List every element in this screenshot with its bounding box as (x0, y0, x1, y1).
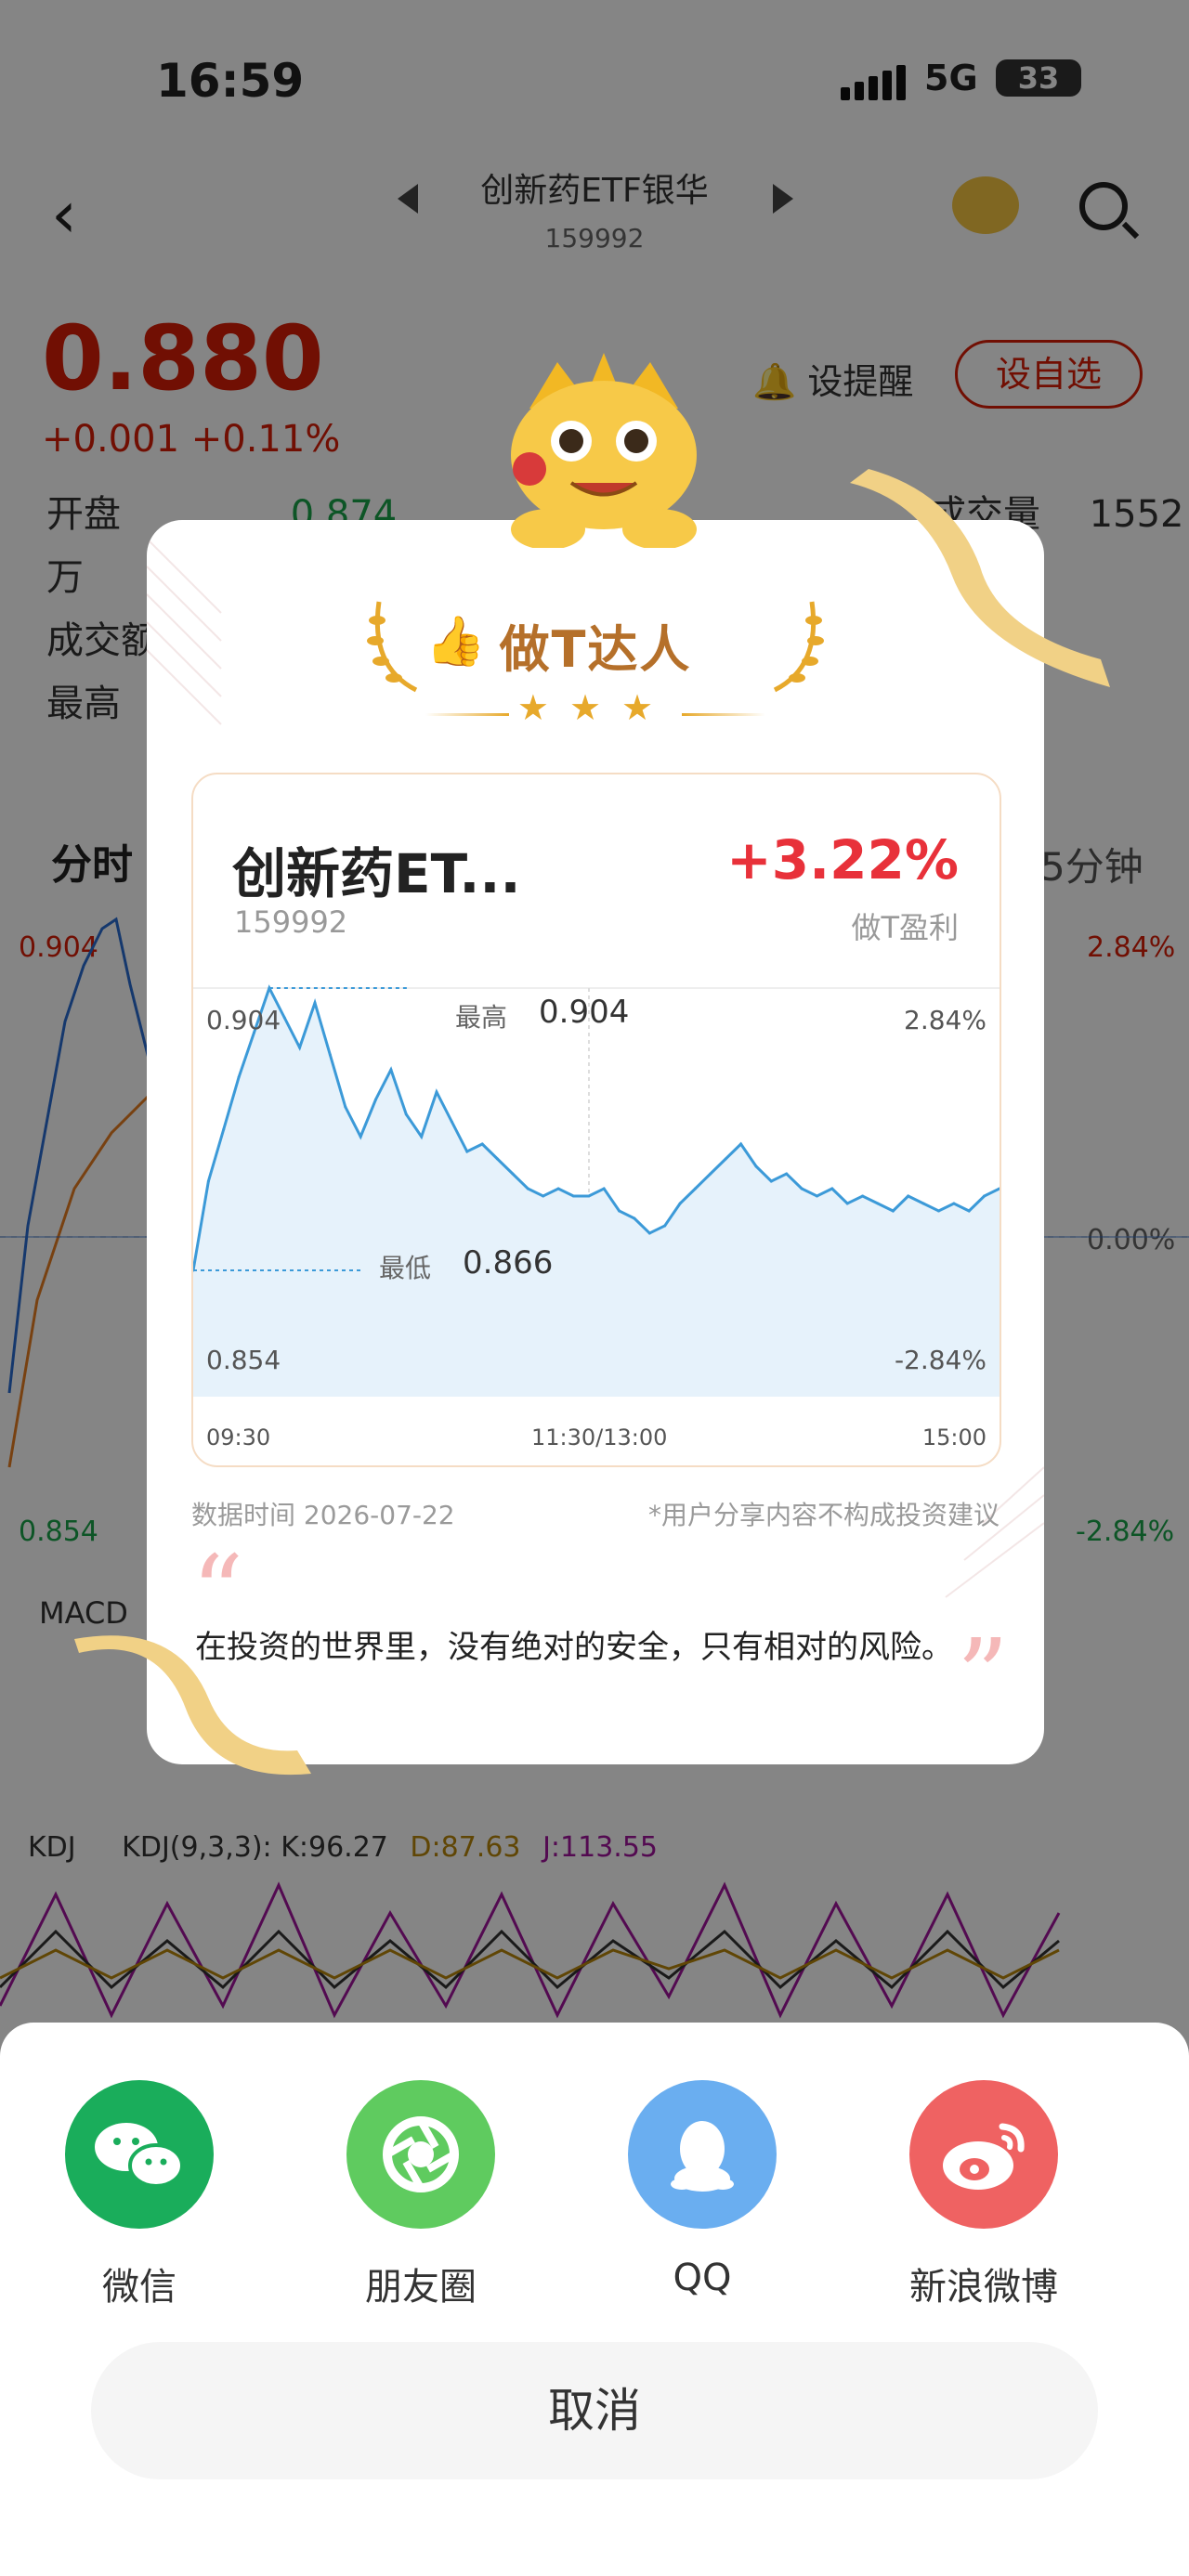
data-point (967, 1209, 971, 1213)
data-point (344, 1105, 347, 1109)
share-qq-button[interactable]: QQ (609, 2080, 795, 2299)
data-point (237, 1075, 241, 1079)
share-weibo-label: 新浪微博 (909, 2266, 1058, 2309)
profit-percent: +3.22% (726, 828, 959, 891)
x-tick-mid: 11:30/13:00 (531, 1425, 668, 1451)
share-sheet: 微信 朋友圈 QQ 新浪微博 取消 (0, 2023, 1189, 2576)
wechat-icon (65, 2080, 214, 2229)
data-point (556, 1187, 560, 1190)
data-point (420, 1135, 424, 1138)
data-point (435, 1090, 438, 1094)
data-point (769, 1179, 773, 1183)
disclaimer: *用户分享内容不构成投资建议 (647, 1500, 1000, 1530)
data-point (891, 1209, 895, 1213)
weibo-icon (909, 2080, 1058, 2229)
low-annotation-value: 0.866 (463, 1244, 554, 1281)
data-point (921, 1202, 925, 1205)
data-point (222, 1127, 226, 1131)
data-point (328, 1053, 332, 1057)
data-point (511, 1172, 515, 1176)
data-point (830, 1187, 834, 1190)
share-wechat-label: 微信 (102, 2266, 176, 2309)
data-point (724, 1157, 727, 1161)
data-point (678, 1202, 682, 1205)
moments-icon (346, 2080, 495, 2229)
performance-panel: 创新药ET... 159992 +3.22% 做T盈利 0.904 2.84% … (191, 773, 1001, 1467)
data-point (709, 1172, 712, 1176)
data-point (983, 1194, 986, 1198)
share-wechat-button[interactable]: 微信 (46, 2080, 232, 2310)
data-point (298, 1046, 302, 1049)
x-tick-end: 15:00 (921, 1425, 986, 1451)
data-point (282, 1016, 286, 1020)
data-timestamp: 数据时间 2026-07-22 (191, 1500, 455, 1530)
data-point (587, 1194, 591, 1198)
data-point (907, 1194, 910, 1198)
data-point (374, 1098, 377, 1101)
high-annotation-value: 0.904 (539, 994, 630, 1031)
share-moments-label: 朋友圈 (365, 2266, 477, 2309)
intraday-line-chart (193, 984, 1000, 1397)
data-point (937, 1209, 940, 1213)
data-point (404, 1112, 408, 1116)
y-tick-bottom-right: -2.84% (894, 1345, 986, 1375)
data-point (633, 1216, 636, 1220)
ribbon-right-icon (850, 469, 1110, 687)
data-point (998, 1187, 1000, 1190)
data-point (785, 1172, 789, 1176)
data-point (542, 1194, 545, 1198)
share-card: 👍 做T达人 ★★★ 创新药ET... 159992 +3.22% 做T盈利 0… (147, 520, 1044, 1764)
share-qq-label: QQ (673, 2257, 732, 2299)
ribbon-left-icon (74, 1635, 311, 1776)
data-point (952, 1202, 956, 1205)
close-quote-icon: ” (956, 1617, 1009, 1736)
data-point (268, 986, 271, 990)
data-point (389, 1068, 393, 1072)
data-point (450, 1120, 453, 1124)
data-point (816, 1194, 818, 1198)
data-point (571, 1194, 575, 1198)
lion-mascot-icon (511, 353, 697, 548)
profit-label: 做T盈利 (851, 910, 959, 945)
data-point (739, 1142, 743, 1146)
stars-divider-right (682, 713, 765, 716)
y-tick-top-right: 2.84% (904, 1005, 986, 1035)
fund-code: 159992 (234, 904, 348, 940)
fund-name: 创新药ET... (232, 842, 521, 905)
data-point (465, 1150, 469, 1153)
data-point (602, 1187, 606, 1190)
data-point (647, 1231, 651, 1235)
data-point (845, 1202, 849, 1205)
data-point (754, 1164, 758, 1168)
data-point (496, 1157, 499, 1161)
data-point (480, 1142, 484, 1146)
share-moments-button[interactable]: 朋友圈 (328, 2080, 514, 2310)
qq-icon (628, 2080, 777, 2229)
data-point (694, 1187, 697, 1190)
y-tick-top-left: 0.904 (206, 1005, 281, 1035)
data-point (800, 1187, 804, 1190)
x-tick-start: 09:30 (206, 1425, 271, 1451)
laurel-right-icon (773, 601, 824, 693)
data-point (876, 1202, 880, 1205)
data-point (313, 1001, 317, 1005)
data-point (663, 1224, 667, 1228)
high-annotation-label: 最高 (455, 1002, 508, 1033)
cancel-button[interactable]: 取消 (91, 2342, 1098, 2479)
data-point (526, 1187, 529, 1190)
data-point (861, 1194, 865, 1198)
y-tick-bottom-left: 0.854 (206, 1345, 281, 1375)
low-annotation-label: 最低 (379, 1253, 432, 1283)
data-point (359, 1135, 362, 1138)
data-point (618, 1209, 621, 1213)
share-weibo-button[interactable]: 新浪微博 (891, 2080, 1077, 2310)
data-point (206, 1179, 210, 1183)
